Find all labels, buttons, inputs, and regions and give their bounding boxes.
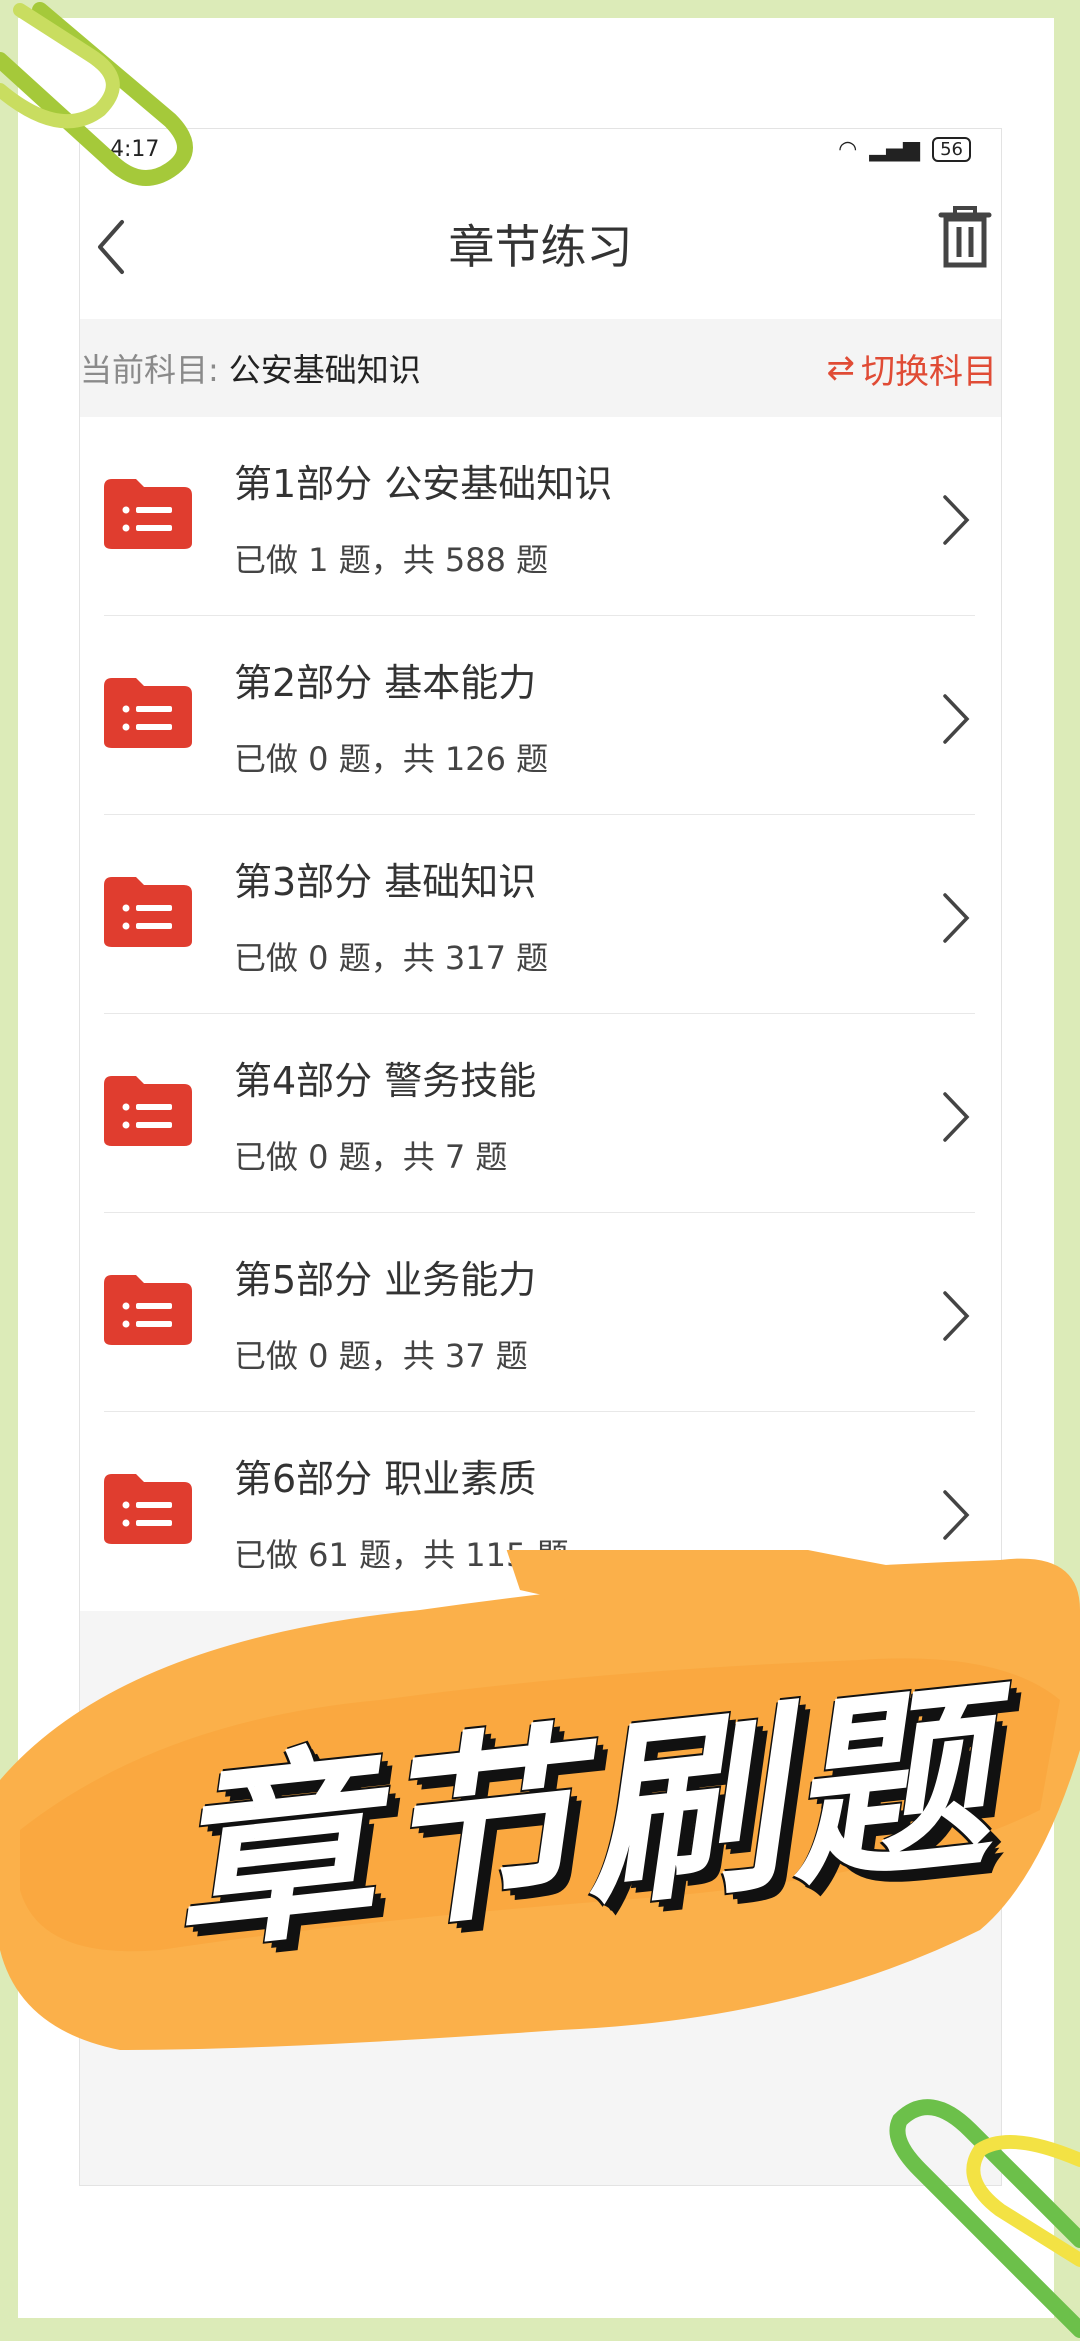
chapter-progress: 已做 0 题，共 317 题 xyxy=(234,939,549,977)
chapter-list: 第1部分 公安基础知识 已做 1 题，共 588 题 第2部分 基本能力 已做 … xyxy=(80,417,1001,1611)
folder-list-icon xyxy=(104,678,192,748)
paperclip-top-left-icon xyxy=(0,2,193,186)
folder-list-icon xyxy=(104,1076,192,1146)
chapter-title: 第5部分 业务能力 xyxy=(234,1258,537,1302)
back-icon[interactable] xyxy=(92,217,132,277)
chapter-title: 第6部分 职业素质 xyxy=(234,1457,537,1501)
trash-icon[interactable] xyxy=(937,203,993,269)
chapter-progress: 已做 0 题，共 126 题 xyxy=(234,740,549,778)
chapter-row[interactable]: 第3部分 基础知识 已做 0 题，共 317 题 xyxy=(80,815,1001,1014)
subject-label: 当前科目: xyxy=(80,351,219,389)
swap-icon: ⇄ xyxy=(826,348,856,388)
chapter-title: 第3部分 基础知识 xyxy=(234,860,537,904)
battery-icon: 56 xyxy=(932,136,971,162)
chapter-progress: 已做 1 题，共 588 题 xyxy=(234,541,549,579)
subject-bar: 当前科目: 公安基础知识 ⇄ 切换科目 xyxy=(80,319,1001,417)
chevron-right-icon xyxy=(943,495,970,545)
signal-icon: ▂▄▆ xyxy=(869,136,921,162)
folder-list-icon xyxy=(104,1275,192,1345)
chapter-row[interactable]: 第2部分 基本能力 已做 0 题，共 126 题 xyxy=(80,616,1001,815)
chapter-title: 第1部分 公安基础知识 xyxy=(234,462,613,506)
chapter-progress: 已做 0 题，共 37 题 xyxy=(234,1337,528,1375)
chevron-right-icon xyxy=(943,694,970,744)
chevron-right-icon xyxy=(943,893,970,943)
folder-list-icon xyxy=(104,877,192,947)
chapter-progress: 已做 0 题，共 7 题 xyxy=(234,1138,508,1176)
folder-list-icon xyxy=(104,1474,192,1544)
chevron-right-icon xyxy=(943,1490,970,1540)
switch-subject-button[interactable]: ⇄ 切换科目 xyxy=(827,319,998,417)
subject-value: 公安基础知识 xyxy=(228,351,421,389)
wifi-icon: ◠ xyxy=(838,136,858,162)
chevron-right-icon xyxy=(943,1092,970,1142)
chapter-row[interactable]: 第5部分 业务能力 已做 0 题，共 37 题 xyxy=(80,1213,1001,1412)
status-icons: ◠ ▂▄▆ 56 xyxy=(838,136,971,162)
chevron-right-icon xyxy=(943,1291,970,1341)
switch-subject-label: 切换科目 xyxy=(861,351,997,392)
chapter-title: 第2部分 基本能力 xyxy=(234,661,537,705)
chapter-title: 第4部分 警务技能 xyxy=(234,1059,537,1103)
page-title: 章节练习 xyxy=(448,220,633,274)
chapter-row[interactable]: 第4部分 警务技能 已做 0 题，共 7 题 xyxy=(80,1014,1001,1213)
chapter-row[interactable]: 第1部分 公安基础知识 已做 1 题，共 588 题 xyxy=(80,417,1001,616)
folder-list-icon xyxy=(104,479,192,549)
paperclip-bottom-right-icon xyxy=(889,2099,1080,2338)
